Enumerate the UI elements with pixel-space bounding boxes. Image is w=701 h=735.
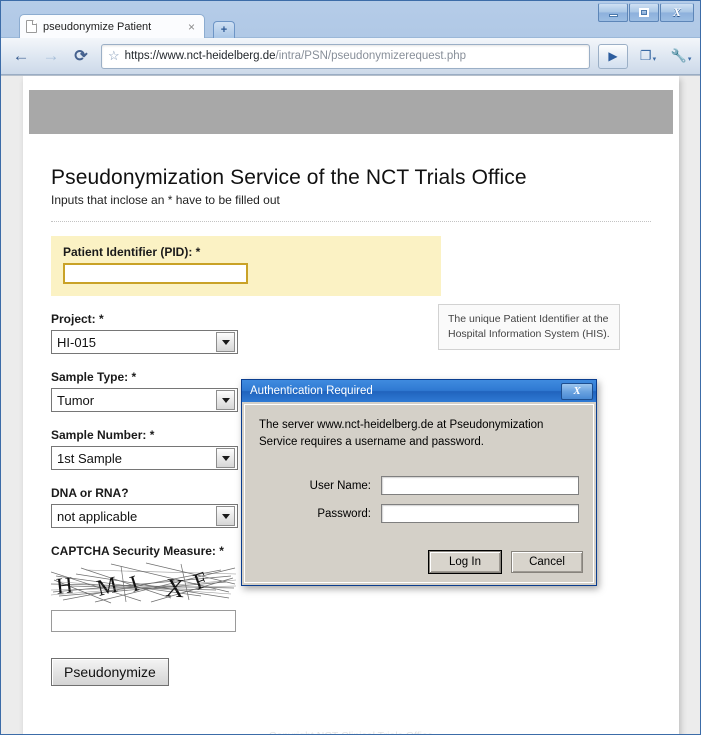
dna-rna-selected-value: not applicable: [57, 508, 138, 524]
captcha-char-2: M: [94, 572, 120, 601]
dna-rna-select[interactable]: not applicable: [51, 504, 238, 528]
captcha-svg: H M I X F: [51, 562, 236, 604]
go-button[interactable]: ▶: [598, 43, 628, 69]
maximize-icon: [639, 8, 649, 17]
project-selected-value: HI-015: [57, 334, 97, 350]
sample-type-selected-value: Tumor: [57, 392, 95, 408]
chevron-down-icon-sample-number[interactable]: [216, 448, 235, 468]
login-button[interactable]: Log In: [428, 550, 502, 574]
captcha-char-4: X: [165, 573, 186, 603]
tab-strip: pseudonymize Patient × + X: [1, 1, 700, 38]
maximize-button[interactable]: [629, 3, 659, 22]
pid-label: Patient Identifier (PID): *: [63, 245, 201, 259]
captcha-char-5: F: [190, 567, 211, 595]
close-icon: X: [672, 5, 681, 19]
tools-menu-button[interactable]: 🔧 ▾: [668, 43, 694, 69]
forward-button[interactable]: →: [37, 43, 65, 69]
url-text: https://www.nct-heidelberg.de/intra/PSN/…: [125, 50, 466, 62]
cancel-button[interactable]: Cancel: [511, 551, 583, 573]
window-controls: X: [598, 3, 694, 22]
password-input[interactable]: [381, 504, 579, 524]
minimize-button[interactable]: [598, 3, 628, 22]
dialog-body: The server www.nct-heidelberg.de at Pseu…: [244, 404, 594, 583]
new-tab-button[interactable]: +: [213, 21, 235, 38]
dialog-close-button[interactable]: X: [561, 382, 593, 400]
page-icon-menu: ❐: [639, 48, 652, 63]
browser-tab[interactable]: pseudonymize Patient ×: [19, 14, 205, 38]
minimize-icon: [608, 14, 618, 17]
password-row: Password:: [259, 504, 579, 524]
chevron-down-icon: ▾: [652, 56, 657, 63]
tab-title: pseudonymize Patient: [43, 20, 152, 33]
close-window-button[interactable]: X: [660, 3, 694, 22]
page-subtitle: Inputs that inclose an * have to be fill…: [51, 193, 280, 207]
captcha-image: H M I X F: [51, 562, 236, 604]
browser-window: pseudonymize Patient × + X ← → ⟳ ☆ https…: [0, 0, 701, 735]
pid-help-tooltip: The unique Patient Identifier at the Hos…: [438, 304, 620, 351]
bookmark-star-icon[interactable]: ☆: [108, 48, 120, 64]
password-label: Password:: [317, 507, 371, 520]
dialog-fields: User Name: Password:: [259, 476, 579, 524]
close-tab-icon[interactable]: ×: [185, 20, 198, 34]
site-banner: [29, 90, 673, 134]
reload-button[interactable]: ⟳: [67, 43, 95, 69]
sample-number-select[interactable]: 1st Sample: [51, 446, 238, 470]
url-domain: https://www.nct-heidelberg.de: [124, 50, 276, 62]
page-viewport: Pseudonymization Service of the NCT Tria…: [1, 75, 700, 734]
pid-field-group: Patient Identifier (PID): *: [51, 236, 441, 296]
project-select[interactable]: HI-015: [51, 330, 238, 354]
page-title: Pseudonymization Service of the NCT Tria…: [51, 166, 527, 189]
back-button[interactable]: ←: [7, 43, 35, 69]
dialog-buttons: Log In Cancel: [428, 550, 583, 574]
sample-type-select[interactable]: Tumor: [51, 388, 238, 412]
address-bar[interactable]: ☆ https://www.nct-heidelberg.de/intra/PS…: [101, 43, 590, 69]
captcha-char-1: H: [55, 572, 74, 599]
pid-input[interactable]: [63, 263, 248, 284]
chevron-down-icon-project[interactable]: [216, 332, 235, 352]
dialog-title-bar: Authentication Required X: [242, 380, 596, 402]
divider: [51, 221, 651, 222]
chevron-down-icon-dna-rna[interactable]: [216, 506, 235, 526]
username-label: User Name:: [309, 479, 371, 492]
username-input[interactable]: [381, 476, 579, 496]
wrench-icon: 🔧: [670, 48, 687, 63]
dialog-message: The server www.nct-heidelberg.de at Pseu…: [259, 419, 544, 448]
chevron-down-icon-2: ▾: [687, 56, 692, 63]
username-row: User Name:: [259, 476, 579, 496]
browser-toolbar: ← → ⟳ ☆ https://www.nct-heidelberg.de/in…: [1, 37, 700, 75]
page-footer: Copyright NCT Clinical Trials Office: [51, 716, 651, 734]
dialog-title: Authentication Required: [250, 385, 373, 397]
captcha-input[interactable]: [51, 610, 236, 632]
authentication-dialog: Authentication Required X The server www…: [241, 379, 597, 586]
page-icon: [26, 20, 37, 33]
sample-number-selected-value: 1st Sample: [57, 450, 123, 466]
chevron-down-icon-sample-type[interactable]: [216, 390, 235, 410]
page-menu-button[interactable]: ❐ ▾: [635, 43, 661, 69]
url-path: /intra/PSN/pseudonymizerequest.php: [275, 50, 467, 62]
pseudonymize-submit-button[interactable]: Pseudonymize: [51, 658, 169, 686]
